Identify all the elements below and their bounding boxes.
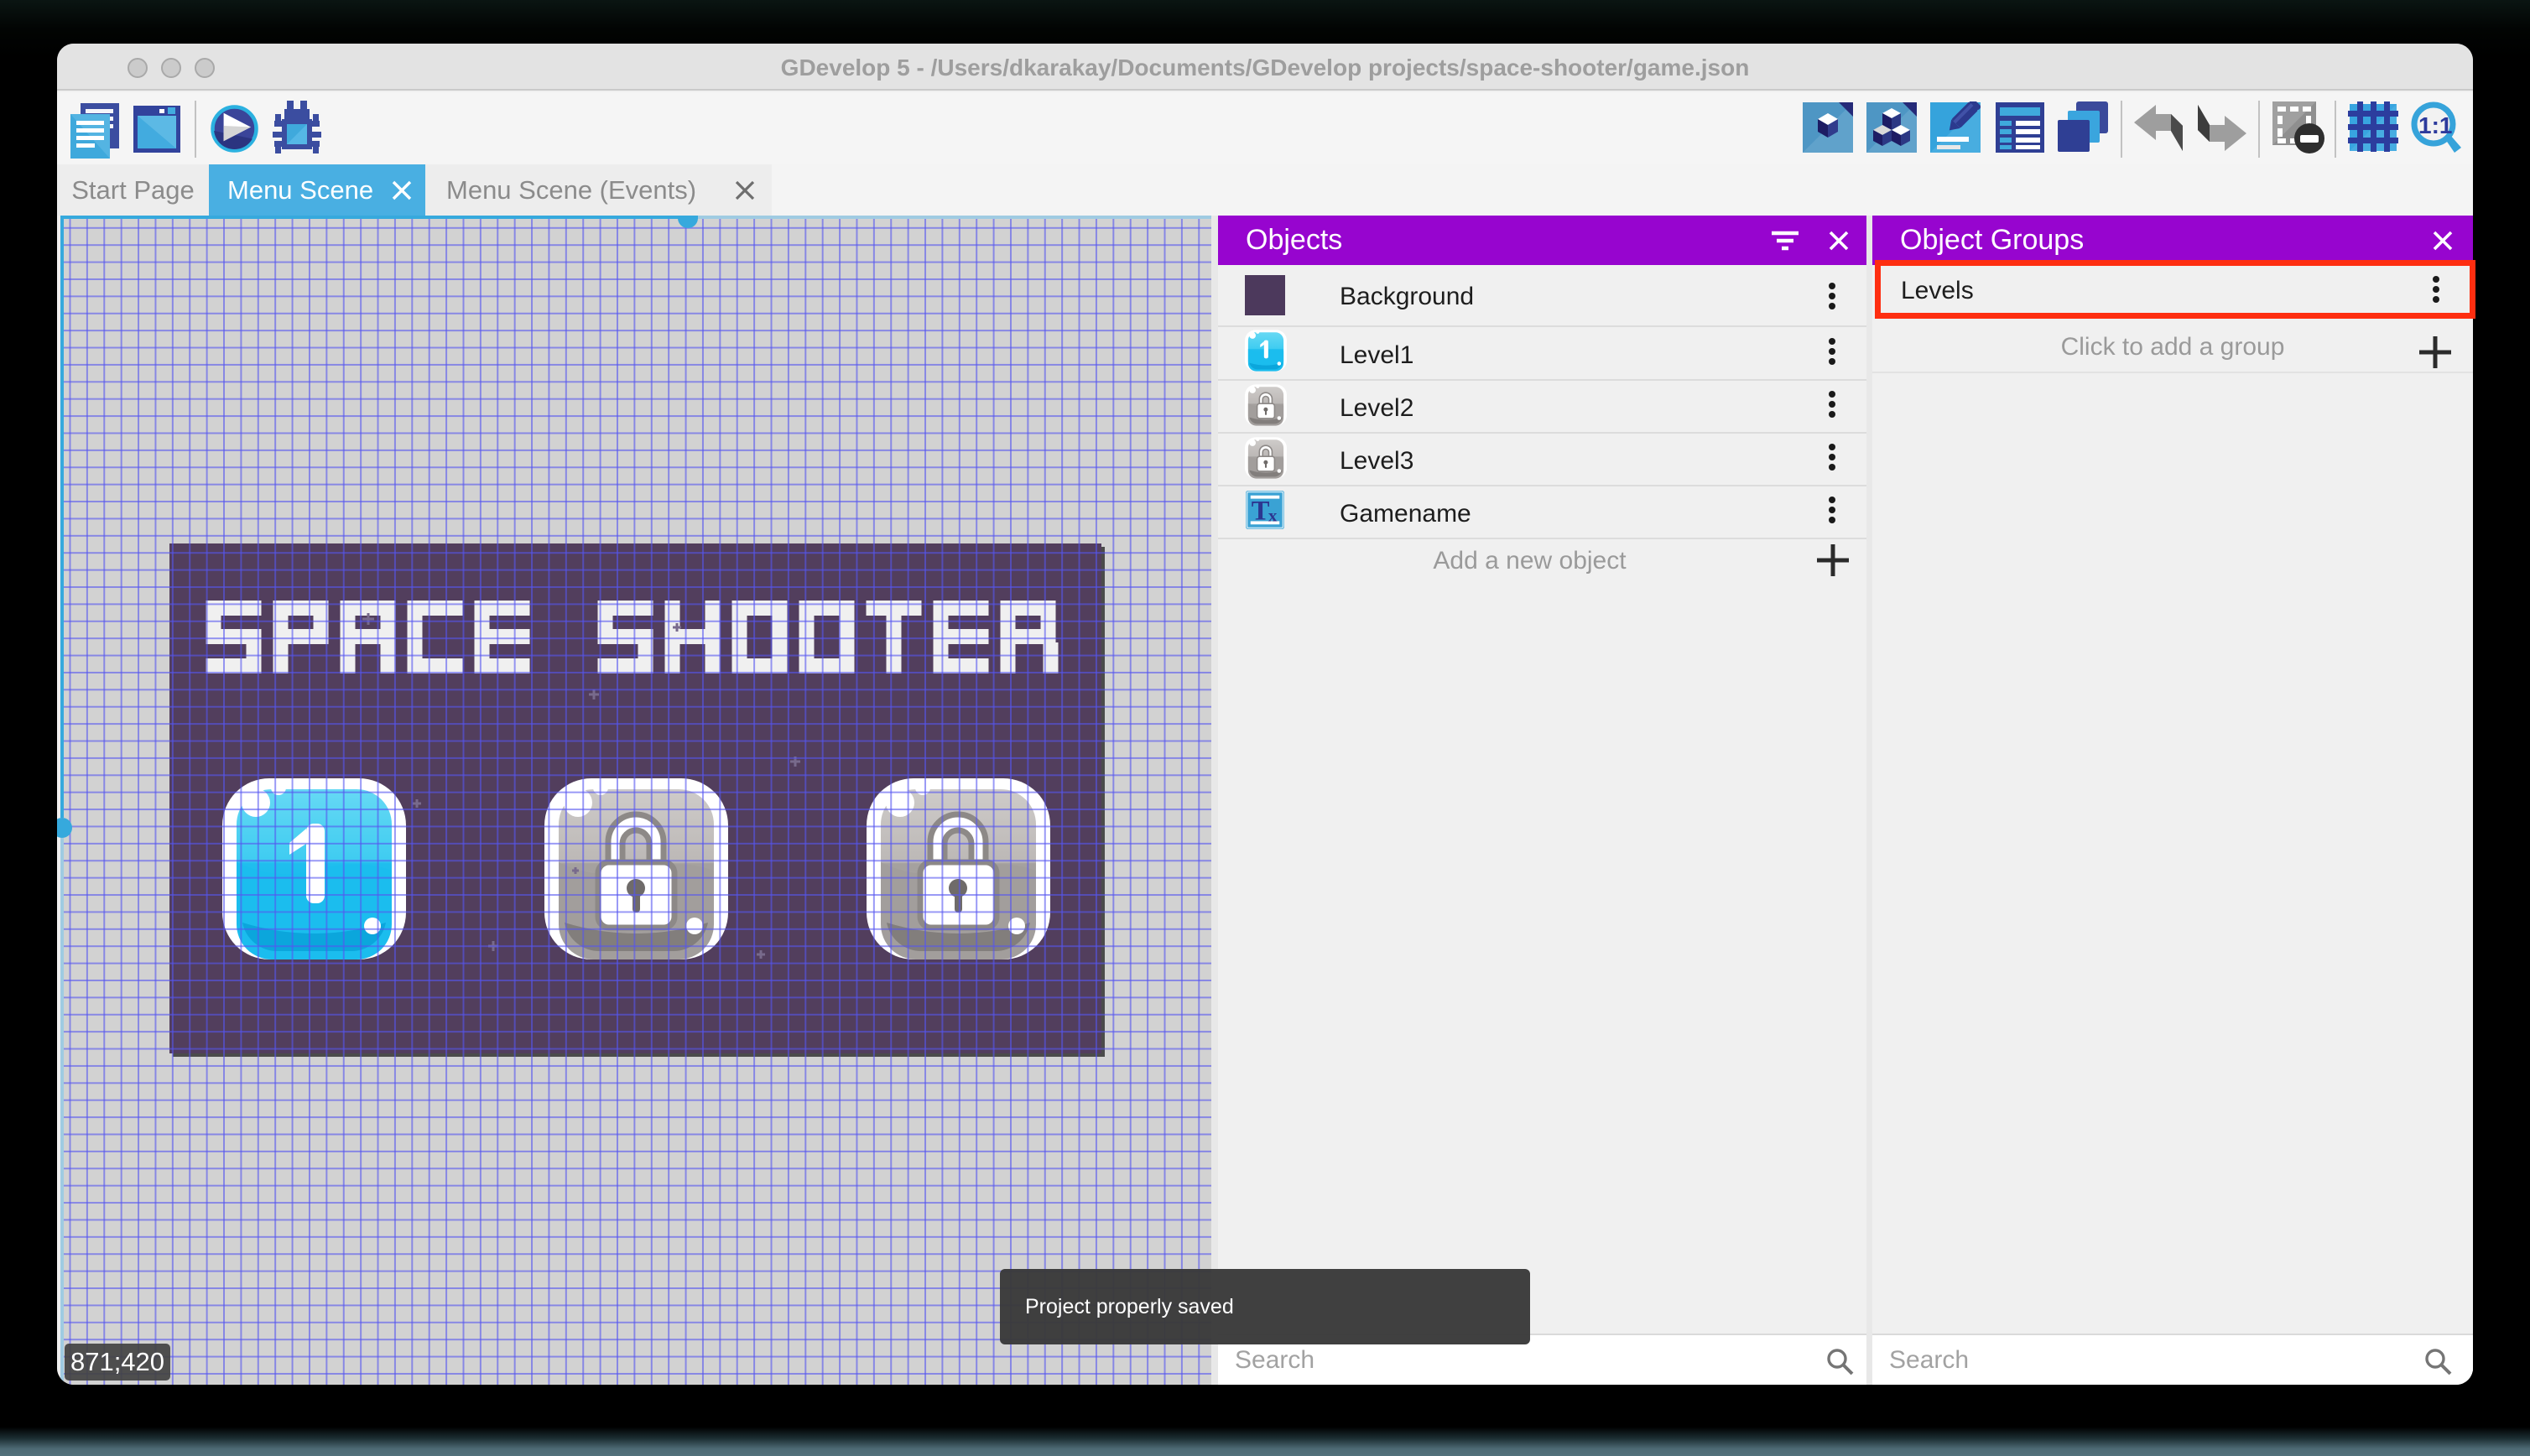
svg-text:1:1: 1:1 <box>2418 112 2452 138</box>
svg-text:x: x <box>1268 505 1278 525</box>
svg-text:T: T <box>1252 497 1270 527</box>
